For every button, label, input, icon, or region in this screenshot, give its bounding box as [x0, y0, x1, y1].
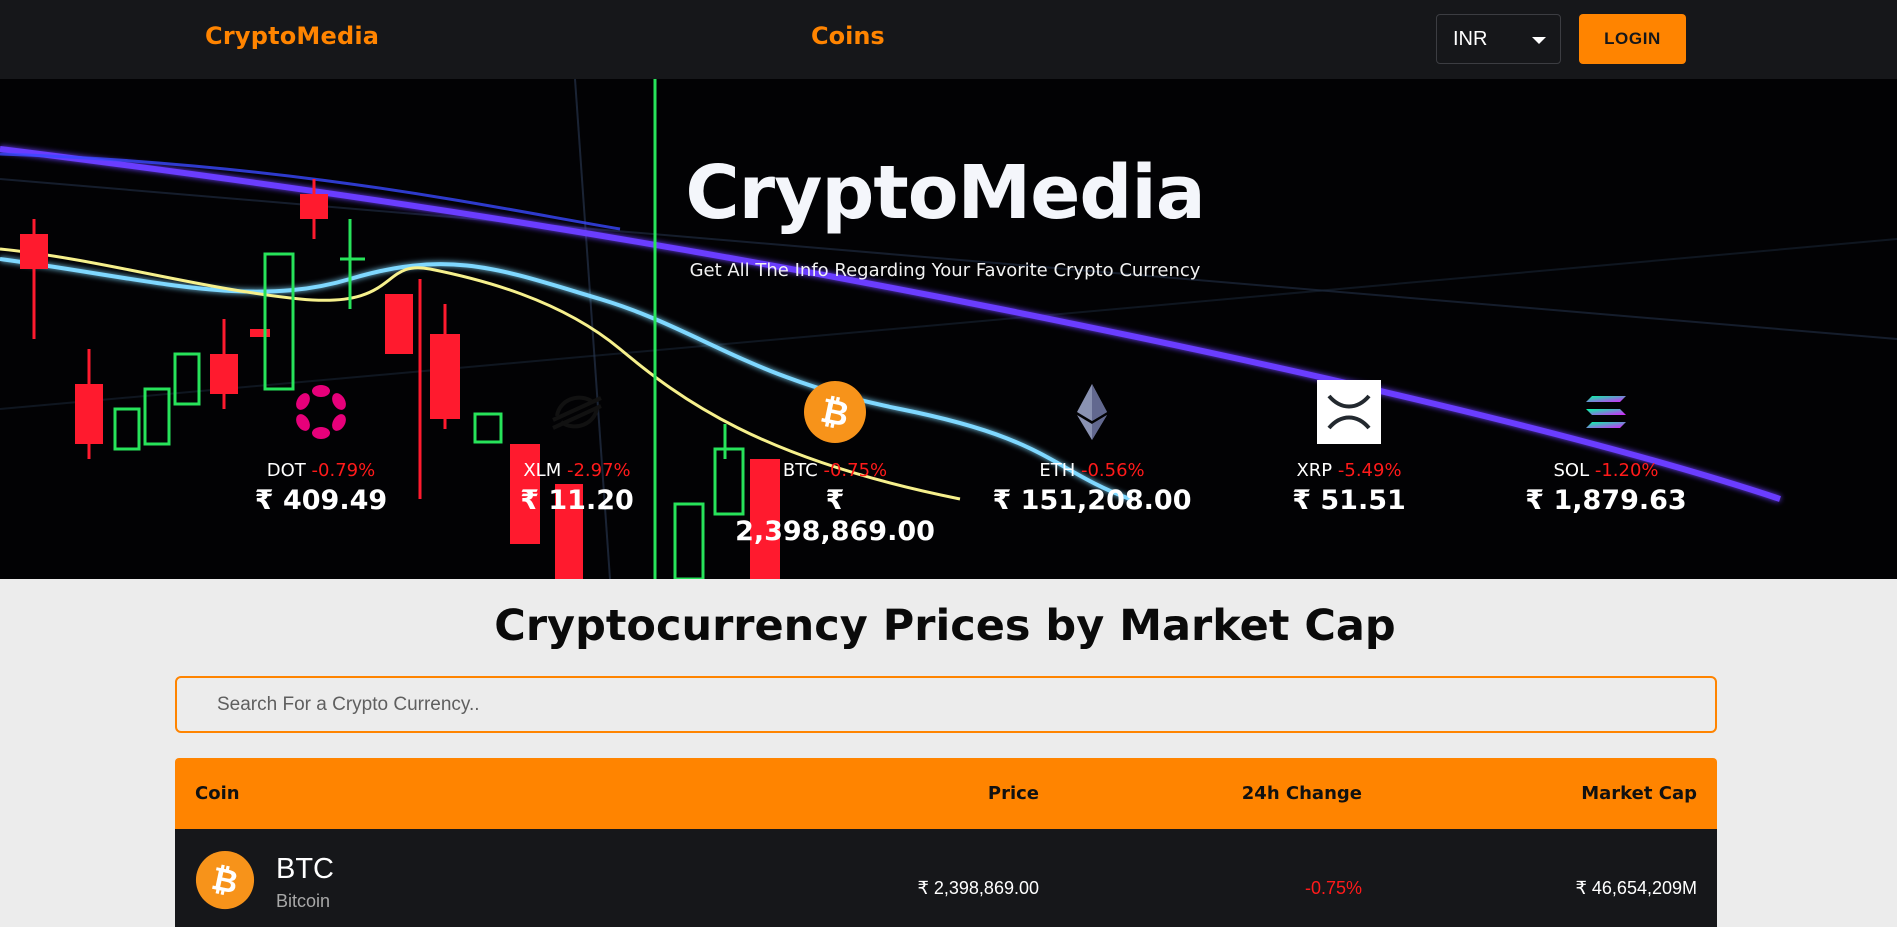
- carousel-item-sol[interactable]: SOL -1.20% ₹ 1,879.63: [1496, 380, 1716, 516]
- carousel-price: ₹ 151,208.00: [992, 485, 1192, 516]
- row-price: ₹ 2,398,869.00: [917, 878, 1039, 898]
- table-header: Coin Price 24h Change Market Cap: [175, 758, 1717, 829]
- header-price: Price: [987, 783, 1039, 804]
- carousel-price: ₹ 409.49: [254, 485, 388, 516]
- hero-banner: CryptoMedia Get All The Info Regarding Y…: [0, 79, 1897, 579]
- header-24h-change: 24h Change: [1241, 783, 1362, 804]
- carousel-change: -0.56%: [1080, 460, 1145, 481]
- carousel-symbol: DOT: [266, 460, 306, 481]
- carousel-item-xrp[interactable]: XRP -5.49% ₹ 51.51: [1239, 380, 1459, 516]
- carousel-symbol: SOL: [1553, 460, 1590, 481]
- carousel-change: -0.75%: [823, 460, 888, 481]
- coins-table: Coin Price 24h Change Market Cap ₿ BTC B…: [175, 758, 1717, 927]
- table-row[interactable]: ₿ BTC Bitcoin ₹ 2,398,869.00 -0.75% ₹ 46…: [175, 829, 1717, 927]
- currency-value: INR: [1453, 28, 1488, 50]
- header-market-cap: Market Cap: [1581, 783, 1697, 804]
- dropdown-caret-icon: [1532, 37, 1546, 44]
- carousel-price: ₹ 2,398,869.00: [735, 485, 935, 547]
- nav-coins-link[interactable]: Coins: [811, 22, 885, 50]
- carousel-symbol: XRP: [1296, 460, 1333, 481]
- row-24h-change: -0.75%: [1304, 878, 1362, 898]
- navbar: CryptoMedia Coins INR LOGIN: [0, 0, 1897, 79]
- carousel-change: -2.97%: [566, 460, 631, 481]
- login-button[interactable]: LOGIN: [1579, 14, 1686, 64]
- carousel-change: -5.49%: [1337, 460, 1402, 481]
- row-coin-name: Bitcoin: [276, 891, 331, 911]
- hero-subtitle: Get All The Info Regarding Your Favorite…: [689, 260, 1201, 281]
- carousel-item-dot[interactable]: DOT -0.79% ₹ 409.49: [211, 380, 431, 516]
- currency-select[interactable]: INR: [1436, 14, 1561, 64]
- polkadot-icon: [296, 385, 346, 439]
- hero-title: CryptoMedia: [685, 150, 1205, 236]
- xrp-icon: [1317, 380, 1381, 444]
- header-coin: Coin: [195, 783, 240, 804]
- carousel-symbol: ETH: [1039, 460, 1076, 481]
- carousel-symbol: BTC: [782, 460, 818, 481]
- stellar-icon: [552, 395, 602, 430]
- row-coin-symbol: BTC: [276, 853, 334, 885]
- carousel-item-xlm[interactable]: XLM -2.97% ₹ 11.20: [467, 380, 687, 516]
- search-input[interactable]: [175, 676, 1717, 733]
- bitcoin-icon: ₿: [195, 850, 255, 910]
- carousel-item-eth[interactable]: ETH -0.56% ₹ 151,208.00: [982, 380, 1202, 516]
- carousel-price: ₹ 1,879.63: [1525, 485, 1687, 516]
- carousel-change: -0.79%: [311, 460, 376, 481]
- carousel-item-btc[interactable]: ₿ BTC -0.75% ₹ 2,398,869.00: [725, 380, 945, 547]
- carousel-price: ₹ 11.20: [520, 485, 634, 516]
- solana-icon: [1586, 396, 1626, 428]
- ethereum-icon: [1077, 384, 1107, 440]
- section-heading: Cryptocurrency Prices by Market Cap: [494, 601, 1396, 651]
- brand-logo[interactable]: CryptoMedia: [205, 22, 379, 50]
- bitcoin-icon: ₿: [804, 381, 866, 443]
- carousel-price: ₹ 51.51: [1292, 485, 1406, 516]
- carousel-change: -1.20%: [1594, 460, 1659, 481]
- row-market-cap: ₹ 46,654,209M: [1575, 878, 1697, 898]
- carousel-symbol: XLM: [523, 460, 562, 481]
